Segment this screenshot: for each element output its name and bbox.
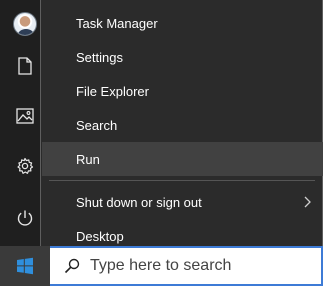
menu-item-settings[interactable]: Settings <box>42 40 323 74</box>
menu-item-label: Run <box>76 151 100 167</box>
menu-item-label: Shut down or sign out <box>76 194 202 210</box>
start-button[interactable] <box>0 246 50 286</box>
taskbar-search-box[interactable]: Type here to search <box>50 246 323 286</box>
user-avatar-icon <box>13 12 37 36</box>
menu-item-shut-down-or-sign-out[interactable]: Shut down or sign out <box>42 185 323 219</box>
menu-item-label: Desktop <box>76 228 124 244</box>
pictures-icon <box>16 108 34 124</box>
menu-item-label: File Explorer <box>76 83 149 99</box>
menu-item-label: Settings <box>76 49 123 65</box>
settings-gear-icon <box>17 157 34 174</box>
taskbar: Type here to search <box>0 246 323 286</box>
menu-item-run[interactable]: Run <box>42 142 323 176</box>
menu-item-file-explorer[interactable]: File Explorer <box>42 74 323 108</box>
search-placeholder: Type here to search <box>90 257 232 274</box>
context-menu: Task Manager Settings File Explorer Sear… <box>40 0 323 262</box>
power-icon <box>17 210 33 226</box>
windows-logo-icon <box>17 257 33 275</box>
menu-separator <box>49 180 315 181</box>
menu-item-label: Search <box>76 117 118 133</box>
menu-item-search[interactable]: Search <box>42 108 323 142</box>
document-icon <box>18 57 32 75</box>
chevron-right-icon <box>304 196 311 208</box>
menu-item-task-manager[interactable]: Task Manager <box>42 6 323 40</box>
menu-item-label: Task Manager <box>76 15 158 31</box>
search-icon <box>64 258 80 274</box>
